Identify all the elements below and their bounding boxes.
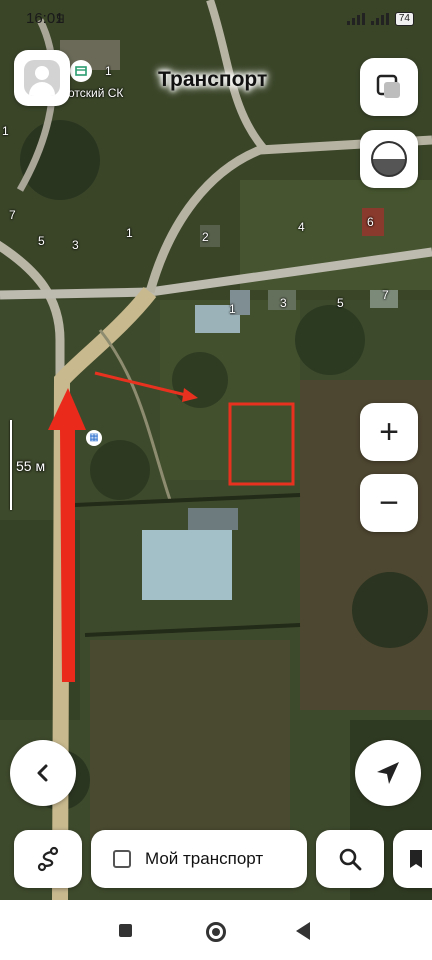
search-button[interactable]	[316, 830, 384, 888]
house-number: 7	[382, 288, 389, 302]
layers-icon	[376, 74, 400, 98]
status-icons: 74	[346, 12, 414, 26]
my-transport-toggle[interactable]: Мой транспорт	[91, 830, 307, 888]
bookmark-icon	[410, 850, 422, 868]
triangle-back-icon[interactable]	[296, 922, 310, 940]
signal-icon	[346, 13, 365, 25]
chevron-left-icon	[37, 764, 48, 782]
search-icon	[339, 848, 362, 871]
house-number: 4	[298, 220, 305, 234]
zoom-in-label: +	[379, 413, 399, 451]
scale-label: 55 м	[16, 458, 46, 474]
circle-icon[interactable]	[206, 922, 226, 942]
house-number: 1	[126, 226, 133, 240]
house-number: 1	[229, 302, 236, 316]
house-number: 1	[2, 124, 9, 138]
carrier-glyph: Я	[56, 12, 65, 26]
sports-poi-icon[interactable]	[70, 60, 92, 82]
square-icon[interactable]	[119, 924, 132, 937]
bookmarks-button[interactable]	[393, 830, 432, 888]
route-button[interactable]	[14, 830, 82, 888]
zoom-out-label: −	[379, 484, 399, 522]
page-title: Транспорт	[158, 68, 268, 91]
user-icon	[24, 60, 60, 96]
bus-stop-icon[interactable]: ▦	[86, 430, 102, 446]
compass-icon	[371, 141, 407, 177]
navigation-arrow-icon	[377, 762, 399, 784]
my-transport-checkbox[interactable]	[113, 850, 131, 868]
house-number: 5	[337, 296, 344, 310]
status-bar: 16:01 Я 74	[0, 0, 432, 40]
zoom-out-button[interactable]: −	[360, 474, 418, 532]
battery-icon: 74	[394, 12, 414, 26]
house-number: 5	[38, 234, 45, 248]
house-number: 7	[9, 208, 16, 222]
house-number: 3	[280, 296, 287, 310]
scale-bar	[10, 420, 12, 510]
zoom-in-button[interactable]: +	[360, 403, 418, 461]
profile-button[interactable]	[14, 50, 70, 106]
layers-button[interactable]	[360, 58, 418, 116]
signal-icon-2	[370, 13, 389, 25]
house-number: 1	[105, 64, 112, 78]
house-number: 3	[72, 238, 79, 252]
locate-button[interactable]	[355, 740, 421, 806]
house-number: 6	[367, 215, 374, 229]
back-button[interactable]	[10, 740, 76, 806]
route-icon	[37, 846, 59, 872]
house-number: 2	[202, 230, 209, 244]
my-transport-label: Мой транспорт	[145, 849, 264, 868]
compass-button[interactable]	[360, 130, 418, 188]
